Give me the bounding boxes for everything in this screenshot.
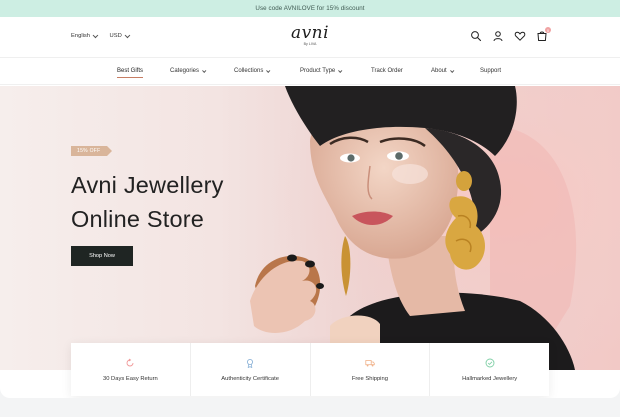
chevron-down-icon	[92, 32, 98, 38]
chevron-down-icon	[266, 68, 271, 73]
nav-item-support[interactable]: Support	[480, 68, 501, 74]
nav-item-product-type[interactable]: Product Type	[300, 68, 343, 74]
nav-item-label: Product Type	[300, 68, 336, 74]
feature-authenticity: Authenticity Certificate	[191, 343, 311, 396]
account-icon[interactable]	[492, 29, 504, 42]
shop-now-button[interactable]: Shop Now	[71, 246, 133, 266]
nav-item-categories[interactable]: Categories	[170, 68, 207, 74]
nav-item-label: Support	[480, 68, 502, 74]
cart-count-badge: 0	[545, 27, 551, 33]
announcement-text: Use code AVNILOVE for 15% discount	[255, 5, 365, 12]
currency-label: USD	[109, 33, 122, 39]
nav-item-label: Collections	[234, 68, 264, 74]
hero-title-line-1: Avni Jewellery	[71, 172, 224, 198]
site-header: English USD avni By LIVA 0	[0, 17, 620, 58]
check-badge-icon	[485, 358, 495, 367]
feature-label: Free Shipping	[351, 375, 388, 382]
main-nav: Best Gifts Categories Collections Produc…	[0, 58, 620, 85]
chevron-down-icon	[124, 32, 130, 38]
hero-title-line-2: Online Store	[71, 206, 205, 232]
chevron-down-icon	[202, 68, 207, 73]
feature-label: Hallmarked Jewellery	[462, 375, 518, 382]
feature-hallmarked: Hallmarked Jewellery	[430, 343, 549, 396]
features-strip: 30 Days Easy Return Authenticity Certifi…	[71, 343, 549, 396]
language-label: English	[71, 33, 91, 39]
nav-item-track-order[interactable]: Track Order	[371, 68, 403, 74]
brand-logo[interactable]: avni By LIVA	[288, 23, 332, 47]
wishlist-heart-icon[interactable]	[514, 29, 526, 41]
chevron-down-icon	[449, 68, 455, 73]
chevron-down-icon	[338, 68, 343, 73]
cart-icon[interactable]: 0	[536, 27, 551, 41]
page-frame: Use code AVNILOVE for 15% discount Engli…	[0, 0, 620, 398]
announcement-bar: Use code AVNILOVE for 15% discount	[0, 0, 620, 17]
nav-item-collections[interactable]: Collections	[234, 68, 271, 74]
nav-item-best-gifts[interactable]: Best Gifts	[117, 68, 144, 78]
nav-item-label: Categories	[170, 68, 200, 74]
nav-item-label: About	[431, 68, 447, 74]
locale-selectors: English USD	[71, 32, 130, 39]
feature-free-shipping: Free Shipping	[311, 343, 431, 396]
feature-label: Authenticity Certificate	[221, 375, 279, 382]
nav-item-label: Best Gifts	[117, 68, 144, 74]
nav-item-about[interactable]: About	[431, 68, 455, 74]
logo-wordmark: avni	[290, 23, 330, 43]
hero-banner: 15% OFF Avni Jewellery Online Store Shop…	[0, 86, 620, 370]
active-underline	[117, 77, 144, 78]
currency-select[interactable]: USD	[109, 32, 130, 39]
truck-icon	[365, 359, 375, 366]
feature-label: 30 Days Easy Return	[102, 375, 158, 382]
hero-model-image	[230, 86, 620, 370]
discount-badge: 15% OFF	[71, 146, 111, 156]
language-select[interactable]: English	[71, 32, 98, 39]
nav-item-label: Track Order	[371, 68, 403, 74]
header-actions: 0	[470, 27, 551, 42]
search-icon[interactable]	[470, 29, 482, 42]
feature-easy-return: 30 Days Easy Return	[71, 343, 191, 396]
hero-title: Avni Jewellery Online Store	[71, 168, 224, 236]
return-icon	[126, 358, 134, 366]
certificate-icon	[247, 358, 254, 368]
